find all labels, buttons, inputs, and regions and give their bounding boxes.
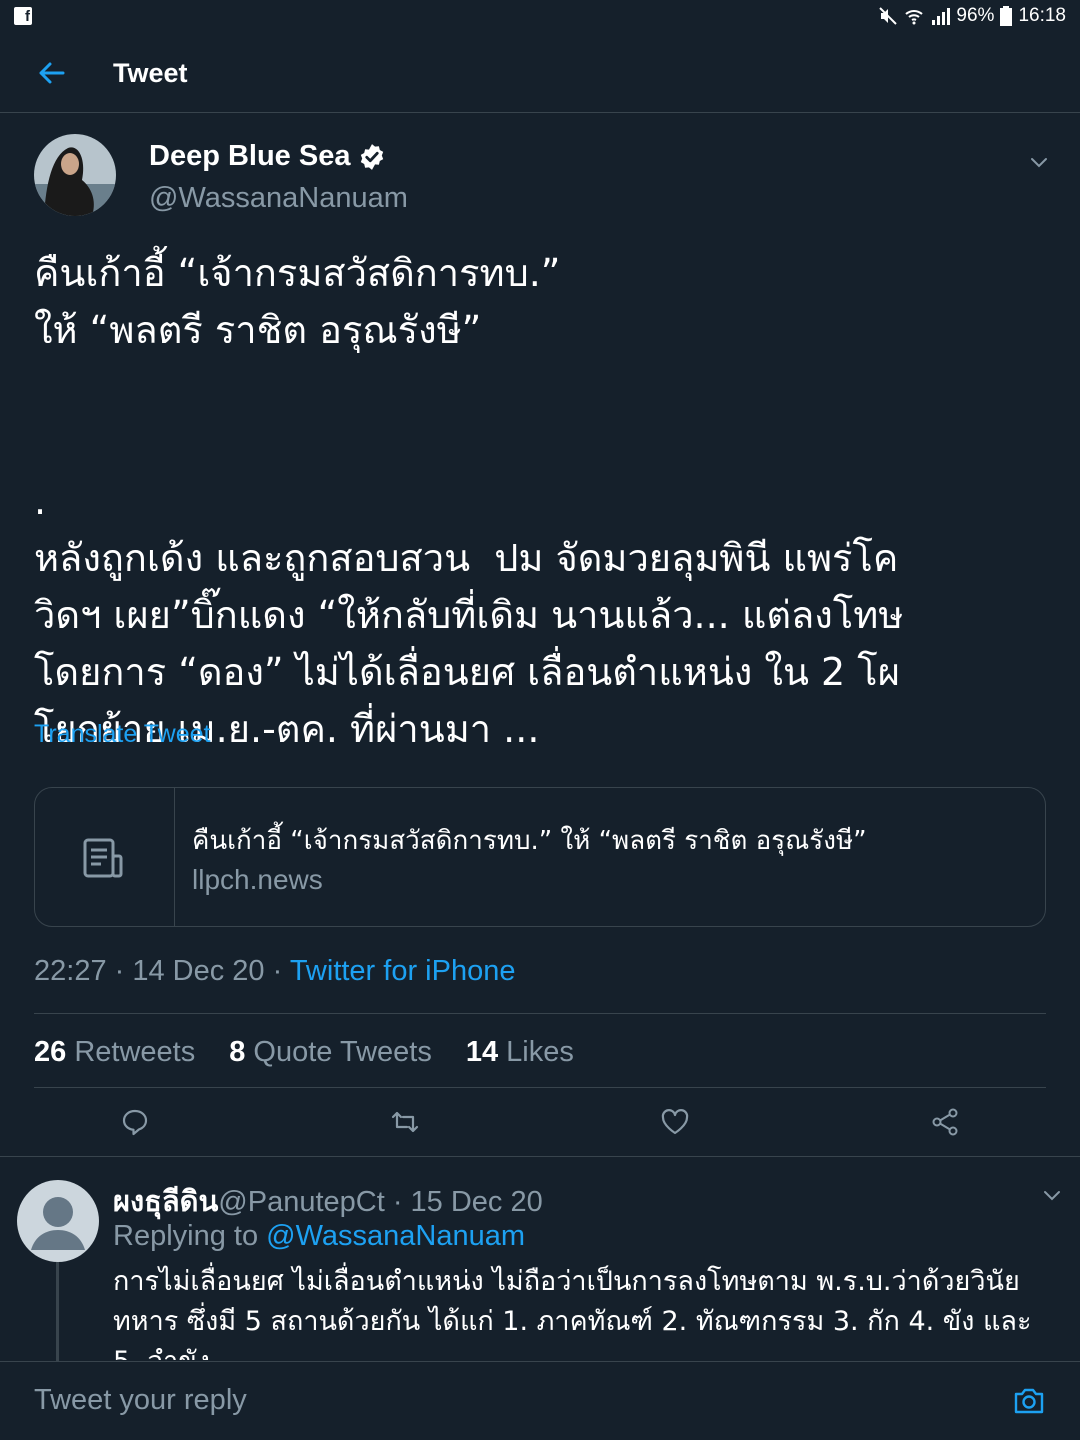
reply-author-handle[interactable]: @PanutepCt bbox=[218, 1186, 384, 1218]
camera-icon[interactable] bbox=[1012, 1384, 1046, 1418]
tweet-stats: 26 Retweets 8 Quote Tweets 14 Likes bbox=[34, 1036, 608, 1069]
status-bar: f 96% 16:18 bbox=[0, 0, 1080, 34]
wifi-icon bbox=[905, 10, 924, 25]
clock: 16:18 bbox=[1018, 5, 1066, 26]
author-name-text: Deep Blue Sea bbox=[149, 140, 351, 172]
link-domain: llpch.news bbox=[192, 864, 323, 895]
likes-count: 14 bbox=[465, 1036, 499, 1068]
tweet-actions bbox=[0, 1097, 1080, 1153]
retweets-label: Retweets bbox=[74, 1036, 196, 1068]
reply-header: ผงธุลีดิน@PanutepCt · 15 Dec 20 bbox=[113, 1178, 543, 1224]
reply-input[interactable]: Tweet your reply bbox=[34, 1384, 247, 1417]
retweets-count: 26 bbox=[34, 1036, 67, 1068]
reply-separator: · bbox=[384, 1186, 411, 1218]
tweet-text: คืนเก้าอี้ “เจ้ากรมสวัสดิการทบ.” ให้ “พล… bbox=[34, 251, 904, 751]
battery-percent: 96% bbox=[956, 5, 995, 26]
likes-stat[interactable]: 14 Likes bbox=[466, 1036, 574, 1069]
battery-icon bbox=[1000, 6, 1013, 26]
reply-icon[interactable] bbox=[120, 1107, 150, 1137]
like-heart-icon[interactable] bbox=[660, 1107, 690, 1137]
retweets-stat[interactable]: 26 Retweets bbox=[34, 1036, 195, 1069]
mute-icon bbox=[879, 7, 898, 25]
thread-line bbox=[56, 1262, 59, 1362]
replying-to-mention[interactable]: @WassanaNanuam bbox=[266, 1220, 525, 1252]
replying-to: Replying to @WassanaNanuam bbox=[113, 1220, 525, 1253]
article-icon bbox=[83, 838, 123, 878]
quotes-count: 8 bbox=[229, 1036, 246, 1068]
page-title: Tweet bbox=[113, 58, 188, 88]
replying-to-prefix: Replying to bbox=[113, 1220, 259, 1252]
author-handle[interactable]: @WassanaNanuam bbox=[149, 182, 408, 215]
reply-composer: Tweet your reply bbox=[0, 1361, 1080, 1440]
status-indicators: 96% 16:18 bbox=[878, 5, 1066, 27]
tweet-source-link[interactable]: Twitter for iPhone bbox=[290, 955, 516, 987]
chevron-down-icon[interactable] bbox=[1040, 1183, 1064, 1207]
author-name[interactable]: Deep Blue Sea bbox=[149, 140, 386, 173]
facebook-icon: f bbox=[14, 7, 32, 25]
divider bbox=[34, 1013, 1046, 1014]
share-icon[interactable] bbox=[930, 1107, 960, 1137]
author-avatar[interactable] bbox=[34, 134, 116, 216]
reply-date: 15 Dec 20 bbox=[410, 1186, 543, 1218]
chevron-down-icon[interactable] bbox=[1027, 150, 1051, 174]
link-thumbnail bbox=[35, 788, 175, 926]
reply-avatar[interactable] bbox=[17, 1180, 99, 1262]
likes-label: Likes bbox=[506, 1036, 574, 1068]
signal-icon bbox=[932, 8, 951, 25]
divider bbox=[34, 1087, 1046, 1088]
link-title: คืนเก้าอี้ “เจ้ากรมสวัสดิการทบ.” ให้ “พล… bbox=[192, 826, 867, 856]
tweet-date: 14 Dec 20 bbox=[132, 955, 265, 987]
divider bbox=[0, 1156, 1080, 1157]
tweet-meta: 22:27 · 14 Dec 20 · Twitter for iPhone bbox=[34, 955, 516, 987]
top-app-bar: Tweet bbox=[0, 34, 1080, 113]
quotes-label: Quote Tweets bbox=[253, 1036, 432, 1068]
verified-badge-icon bbox=[361, 143, 384, 170]
retweet-icon[interactable] bbox=[390, 1107, 420, 1137]
quote-tweets-stat[interactable]: 8 Quote Tweets bbox=[229, 1036, 432, 1069]
back-arrow-icon[interactable] bbox=[36, 58, 66, 88]
translate-tweet-link[interactable]: Translate Tweet bbox=[34, 720, 210, 749]
reply-text: การไม่เลื่อนยศ ไม่เลื่อนตำแหน่ง ไม่ถือว่… bbox=[113, 1266, 1032, 1360]
tweet-time: 22:27 bbox=[34, 955, 107, 987]
link-preview-card[interactable]: คืนเก้าอี้ “เจ้ากรมสวัสดิการทบ.” ให้ “พล… bbox=[34, 787, 1046, 927]
reply-author-name[interactable]: ผงธุลีดิน bbox=[113, 1184, 218, 1218]
